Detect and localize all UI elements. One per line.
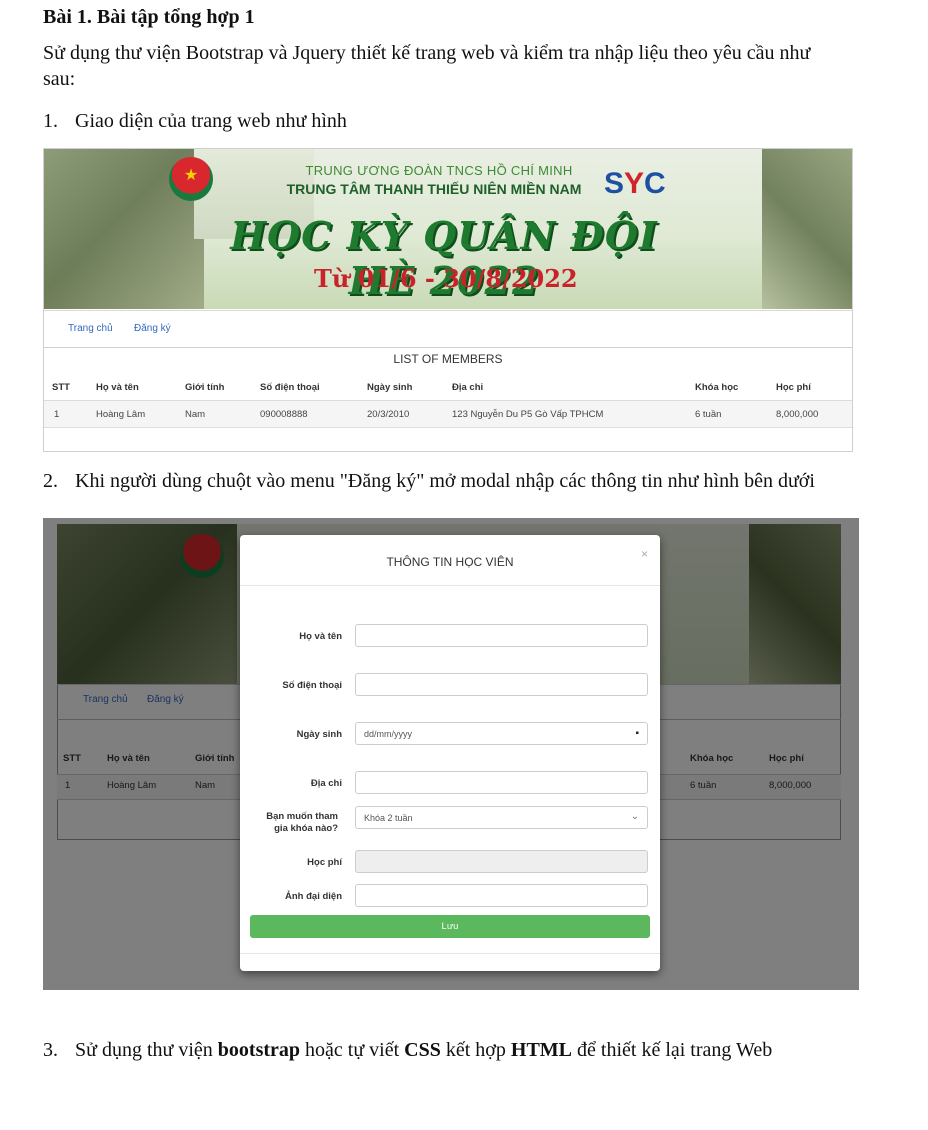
- item-text: Sử dụng thư viện bootstrap hoặc tự viết …: [75, 1039, 773, 1061]
- cell: 20/3/2010: [367, 409, 410, 420]
- table-row: 1 Hoàng Lâm Nam 090008888 20/3/2010 123 …: [44, 401, 852, 428]
- calendar-icon[interactable]: ▪: [635, 728, 639, 739]
- cell: 6 tuần: [695, 409, 722, 420]
- navbar: Trang chủ Đăng ký: [44, 310, 852, 348]
- col-header: Số điện thoại: [260, 382, 320, 393]
- main-page-screenshot: ★ TRUNG ƯƠNG ĐOÀN TNCS HỒ CHÍ MINH TRUNG…: [43, 148, 853, 452]
- col-header: Học phí: [776, 382, 811, 393]
- requirement-1: 1. Giao diện của trang web như hình: [43, 108, 863, 134]
- course-select[interactable]: Khóa 2 tuần ⌄: [355, 806, 648, 829]
- col-header: Họ và tên: [96, 382, 139, 393]
- html-keyword: HTML: [510, 1039, 573, 1061]
- modal-screenshot: Trang chủ Đăng ký STT Họ và tên Giới tín…: [43, 518, 859, 990]
- syc-logo: SYC: [604, 167, 666, 200]
- table-title: LIST OF MEMBERS: [393, 352, 503, 366]
- cell: 090008888: [260, 409, 308, 420]
- modal-footer-divider: [240, 953, 660, 954]
- item-text: Khi người dùng chuột vào menu "Đăng ký" …: [75, 470, 815, 492]
- save-button[interactable]: Lưu: [250, 915, 650, 938]
- address-input[interactable]: [355, 771, 648, 794]
- fee-label: Học phí: [307, 857, 342, 868]
- item-number: 2.: [43, 470, 58, 492]
- cell: 1: [54, 409, 60, 420]
- requirement-2: 2. Khi người dùng chuột vào menu "Đăng k…: [43, 468, 863, 494]
- chevron-down-icon: ⌄: [630, 811, 639, 822]
- phone-input[interactable]: [355, 673, 648, 696]
- col-header: Ngày sinh: [367, 382, 413, 393]
- avatar-label: Ảnh đại diện: [285, 891, 342, 902]
- banner-org-line: TRUNG ƯƠNG ĐOÀN TNCS HỒ CHÍ MINH: [305, 163, 573, 178]
- modal-header-divider: [240, 585, 660, 586]
- youth-union-logo: ★: [169, 157, 213, 201]
- col-header: Khóa học: [695, 382, 739, 393]
- avatar-input[interactable]: [355, 884, 648, 907]
- dob-label: Ngày sinh: [296, 729, 342, 740]
- address-label: Địa chỉ: [310, 778, 342, 789]
- student-info-modal: THÔNG TIN HỌC VIÊN × Họ và tên Số điện t…: [240, 535, 660, 971]
- banner: ★ TRUNG ƯƠNG ĐOÀN TNCS HỒ CHÍ MINH TRUNG…: [44, 149, 852, 309]
- item-number: 1.: [43, 110, 58, 132]
- nav-home-link[interactable]: Trang chủ: [68, 323, 113, 334]
- item-number: 3.: [43, 1039, 58, 1061]
- col-header: STT: [52, 382, 70, 393]
- cell: 8,000,000: [776, 409, 819, 420]
- css-keyword: CSS: [404, 1039, 441, 1061]
- bootstrap-keyword: bootstrap: [217, 1039, 301, 1061]
- table-header-row: STT Họ và tên Giới tính Số điện thoại Ng…: [44, 374, 852, 401]
- exercise-title: Bài 1. Bài tập tổng hợp 1: [43, 6, 255, 28]
- cell: Hoàng Lâm: [96, 409, 146, 420]
- requirement-3: 3. Sử dụng thư viện bootstrap hoặc tự vi…: [43, 1037, 863, 1063]
- nav-register-link[interactable]: Đăng ký: [134, 323, 171, 334]
- close-icon[interactable]: ×: [641, 547, 648, 561]
- name-input[interactable]: [355, 624, 648, 647]
- col-header: Giới tính: [185, 382, 225, 393]
- phone-label: Số điện thoại: [282, 680, 342, 691]
- cell: Nam: [185, 409, 206, 420]
- name-label: Họ và tên: [299, 631, 342, 642]
- fee-input: [355, 850, 648, 873]
- banner-photo-right: [762, 149, 852, 309]
- star-icon: ★: [183, 167, 199, 184]
- banner-center-line: TRUNG TÂM THANH THIẾU NIÊN MIỀN NAM: [286, 181, 582, 197]
- exercise-intro: Sử dụng thư viện Bootstrap và Jquery thi…: [43, 42, 811, 90]
- modal-title: THÔNG TIN HỌC VIÊN: [386, 555, 514, 569]
- course-label: Bạn muốn tham gia khóa nào?: [266, 811, 338, 834]
- dob-placeholder: dd/mm/yyyy: [364, 729, 413, 739]
- course-selected-value: Khóa 2 tuần: [364, 813, 413, 823]
- banner-dates: Từ 01/6 - 30/8/2022: [314, 264, 578, 293]
- cell: 123 Nguyễn Du P5 Gò Vấp TPHCM: [452, 409, 604, 420]
- dob-input[interactable]: dd/mm/yyyy ▪: [355, 722, 648, 745]
- col-header: Địa chỉ: [452, 382, 484, 393]
- item-text: Giao diện của trang web như hình: [75, 110, 347, 132]
